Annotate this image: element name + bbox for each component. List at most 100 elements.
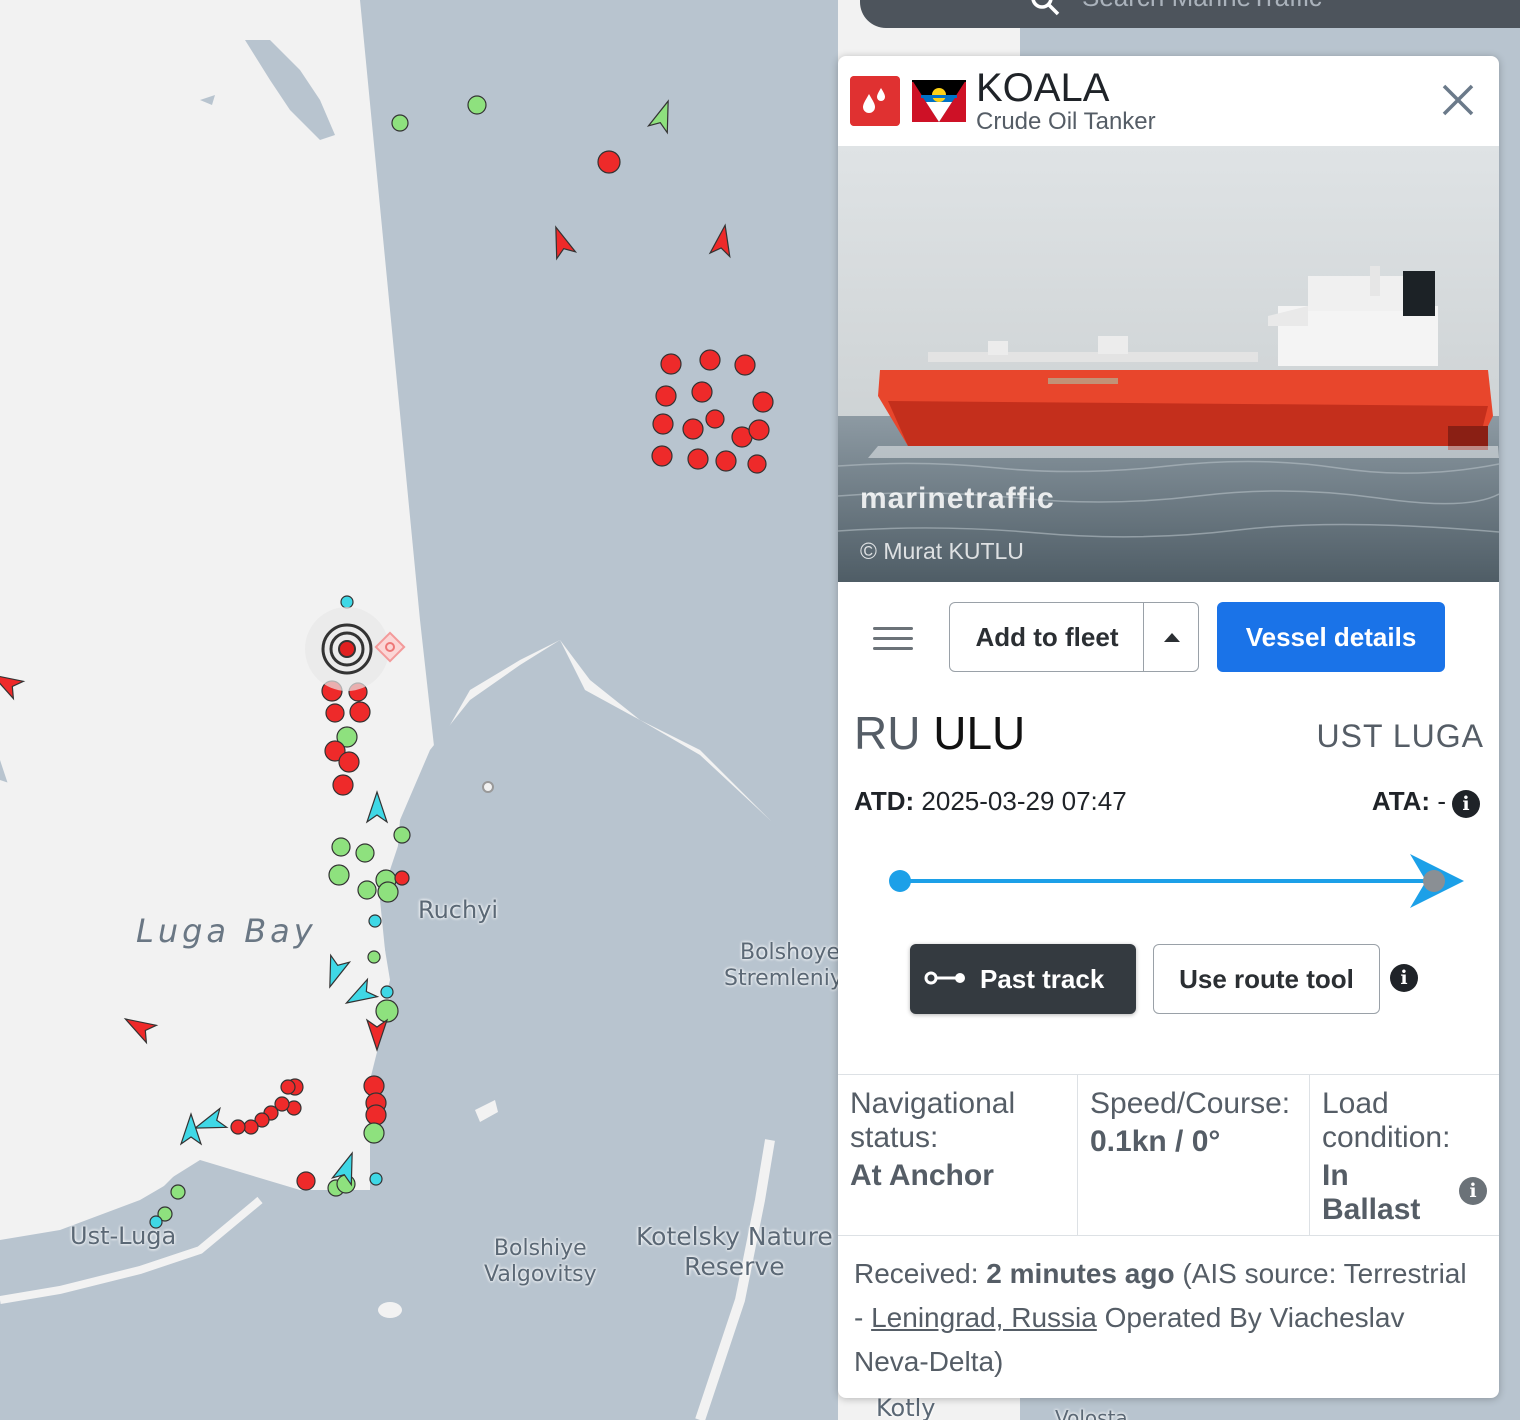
vessel-marker-tanker[interactable] — [752, 391, 774, 413]
departure-locode: ULU — [933, 707, 1026, 759]
vessel-marker-cargo[interactable] — [355, 843, 375, 863]
search-input[interactable]: Search MarineTraffic — [1082, 0, 1322, 13]
ais-station-link[interactable]: Leningrad, Russia — [871, 1302, 1097, 1333]
add-to-fleet-button[interactable]: Add to fleet — [949, 602, 1145, 672]
vessel-marker-tanker[interactable] — [394, 870, 410, 886]
atd: ATD: 2025-03-29 07:47 — [854, 786, 1127, 817]
vessel-marker-tanker[interactable] — [682, 418, 704, 440]
received-info: Received: 2 minutes ago (AIS source: Ter… — [854, 1252, 1474, 1384]
vessel-photo[interactable]: marinetraffic © Murat KUTLU — [838, 146, 1499, 582]
place-ust-luga: Ust-Luga — [70, 1222, 177, 1250]
photo-watermark: marinetraffic — [860, 482, 1055, 515]
received-label: Received: — [854, 1258, 979, 1289]
past-track-icon — [924, 971, 965, 985]
vessel-marker-passenger[interactable] — [369, 1172, 383, 1186]
vessel-marker-tanker[interactable] — [655, 385, 677, 407]
nav-status-label: Navigational status: — [850, 1087, 1016, 1154]
oil-drop-icon — [850, 76, 900, 126]
route-tool-info-icon[interactable]: i — [1390, 964, 1418, 992]
tanker-photo-image — [838, 146, 1499, 582]
vessel-marker-cargo[interactable] — [367, 950, 381, 964]
vessel-marker-tanker[interactable] — [652, 413, 674, 435]
vessel-marker-tanker[interactable] — [243, 1119, 259, 1135]
close-icon[interactable] — [1440, 82, 1476, 118]
fleet-dropdown-caret-icon[interactable] — [1143, 602, 1199, 672]
vessel-marker-cargo[interactable] — [328, 864, 350, 886]
vessel-marker-tanker[interactable] — [691, 381, 713, 403]
vessel-info-panel: KOALA Crude Oil Tanker marinetraffic © M… — [838, 56, 1499, 1398]
load-condition-value: In Ballast — [1322, 1159, 1421, 1226]
vessel-marker-cargo[interactable] — [391, 114, 409, 132]
vessel-marker-tanker[interactable] — [325, 703, 345, 723]
vessel-type: Crude Oil Tanker — [976, 108, 1156, 135]
hamburger-menu-icon[interactable] — [868, 620, 918, 660]
load-condition: Load condition: In Ballast i — [1310, 1075, 1499, 1235]
search-icon — [1031, 0, 1060, 16]
voyage-progress-bar — [889, 854, 1464, 908]
vessel-marker-tanker[interactable] — [747, 454, 767, 474]
vessel-marker-tanker[interactable] — [296, 1171, 316, 1191]
use-route-tool-button[interactable]: Use route tool — [1153, 944, 1380, 1014]
vessel-status-row: Navigational status: At Anchor Speed/Cou… — [838, 1074, 1499, 1236]
place-bolshoye-stremleniye: Bolshoye Stremleniye — [724, 940, 857, 992]
vessel-marker-tanker[interactable] — [280, 1079, 296, 1095]
place-kotelsky-reserve: Kotelsky Nature Reserve — [636, 1222, 833, 1281]
speed-course-label: Speed/Course: — [1090, 1087, 1291, 1120]
past-track-label: Past track — [980, 963, 1105, 994]
ata-info-icon[interactable]: i — [1452, 790, 1480, 818]
vessel-marker-unknown[interactable] — [482, 781, 494, 793]
vessel-marker-passenger[interactable] — [380, 985, 394, 999]
destination-port[interactable]: UST LUGA — [1317, 718, 1484, 755]
atd-value: 2025-03-29 07:47 — [921, 786, 1127, 816]
speed-course: Speed/Course: 0.1kn / 0° — [1078, 1075, 1310, 1235]
navigational-status: Navigational status: At Anchor — [838, 1075, 1078, 1235]
vessel-marker-tanker[interactable] — [338, 751, 360, 773]
received-time: 2 minutes ago — [986, 1258, 1175, 1289]
vessel-marker-cargo[interactable] — [467, 95, 487, 115]
antigua-barbuda-flag-icon — [912, 80, 966, 122]
vessel-marker-cargo[interactable] — [357, 880, 377, 900]
vessel-marker-passenger[interactable] — [340, 595, 354, 609]
vessel-details-button[interactable]: Vessel details — [1217, 602, 1445, 672]
vessel-marker-cargo[interactable] — [363, 1122, 385, 1144]
search-bar[interactable]: Search MarineTraffic — [860, 0, 1520, 28]
ata: ATA: - — [1372, 786, 1446, 817]
vessel-marker-cargo[interactable] — [375, 999, 399, 1023]
place-bolshiye-valgovitsy: Bolshiye Valgovitsy — [484, 1236, 597, 1288]
nav-status-value: At Anchor — [850, 1159, 994, 1192]
vessel-marker-tanker[interactable] — [365, 1104, 387, 1126]
ata-value: - — [1437, 786, 1446, 816]
departure-port[interactable]: RU ULU — [854, 706, 1025, 760]
speed-course-value: 0.1kn / 0° — [1090, 1125, 1221, 1158]
departure-country: RU — [854, 707, 921, 759]
vessel-marker-cargo[interactable] — [331, 837, 351, 857]
vessel-marker-tanker[interactable] — [748, 419, 770, 441]
selected-vessel-marker[interactable] — [305, 607, 389, 691]
vessel-marker-tanker[interactable] — [651, 445, 673, 467]
past-track-button[interactable]: Past track — [910, 944, 1136, 1014]
vessel-marker-tanker[interactable] — [699, 349, 721, 371]
vessel-marker-tanker[interactable] — [597, 150, 621, 174]
vessel-marker-tanker[interactable] — [349, 701, 371, 723]
vessel-marker-tanker[interactable] — [687, 448, 709, 470]
vessel-marker-tanker[interactable] — [705, 409, 725, 429]
load-condition-label: Load condition: — [1322, 1087, 1451, 1154]
vessel-marker-tanker[interactable] — [332, 774, 354, 796]
vessel-actions: Add to fleet Vessel details — [838, 602, 1499, 674]
vessel-marker-cargo[interactable] — [393, 826, 411, 844]
vessel-marker-tanker[interactable] — [734, 354, 756, 376]
place-volosovo: Volosta — [1055, 1406, 1128, 1420]
place-luga-bay: Luga Bay — [136, 912, 317, 950]
vessel-marker-passenger[interactable] — [368, 914, 382, 928]
photo-credit: © Murat KUTLU — [860, 538, 1024, 564]
vessel-marker-tanker[interactable] — [715, 450, 737, 472]
atd-label: ATD: — [854, 786, 915, 816]
vessel-header: KOALA Crude Oil Tanker — [838, 56, 1499, 146]
vessel-marker-tanker[interactable] — [230, 1119, 246, 1135]
vessel-marker-tanker[interactable] — [660, 353, 682, 375]
place-ruchyi: Ruchyi — [418, 896, 499, 924]
load-condition-info-icon[interactable]: i — [1459, 1177, 1487, 1205]
vessel-marker-cargo[interactable] — [377, 881, 399, 903]
vessel-marker-cargo[interactable] — [170, 1184, 186, 1200]
ata-label: ATA: — [1371, 786, 1431, 816]
